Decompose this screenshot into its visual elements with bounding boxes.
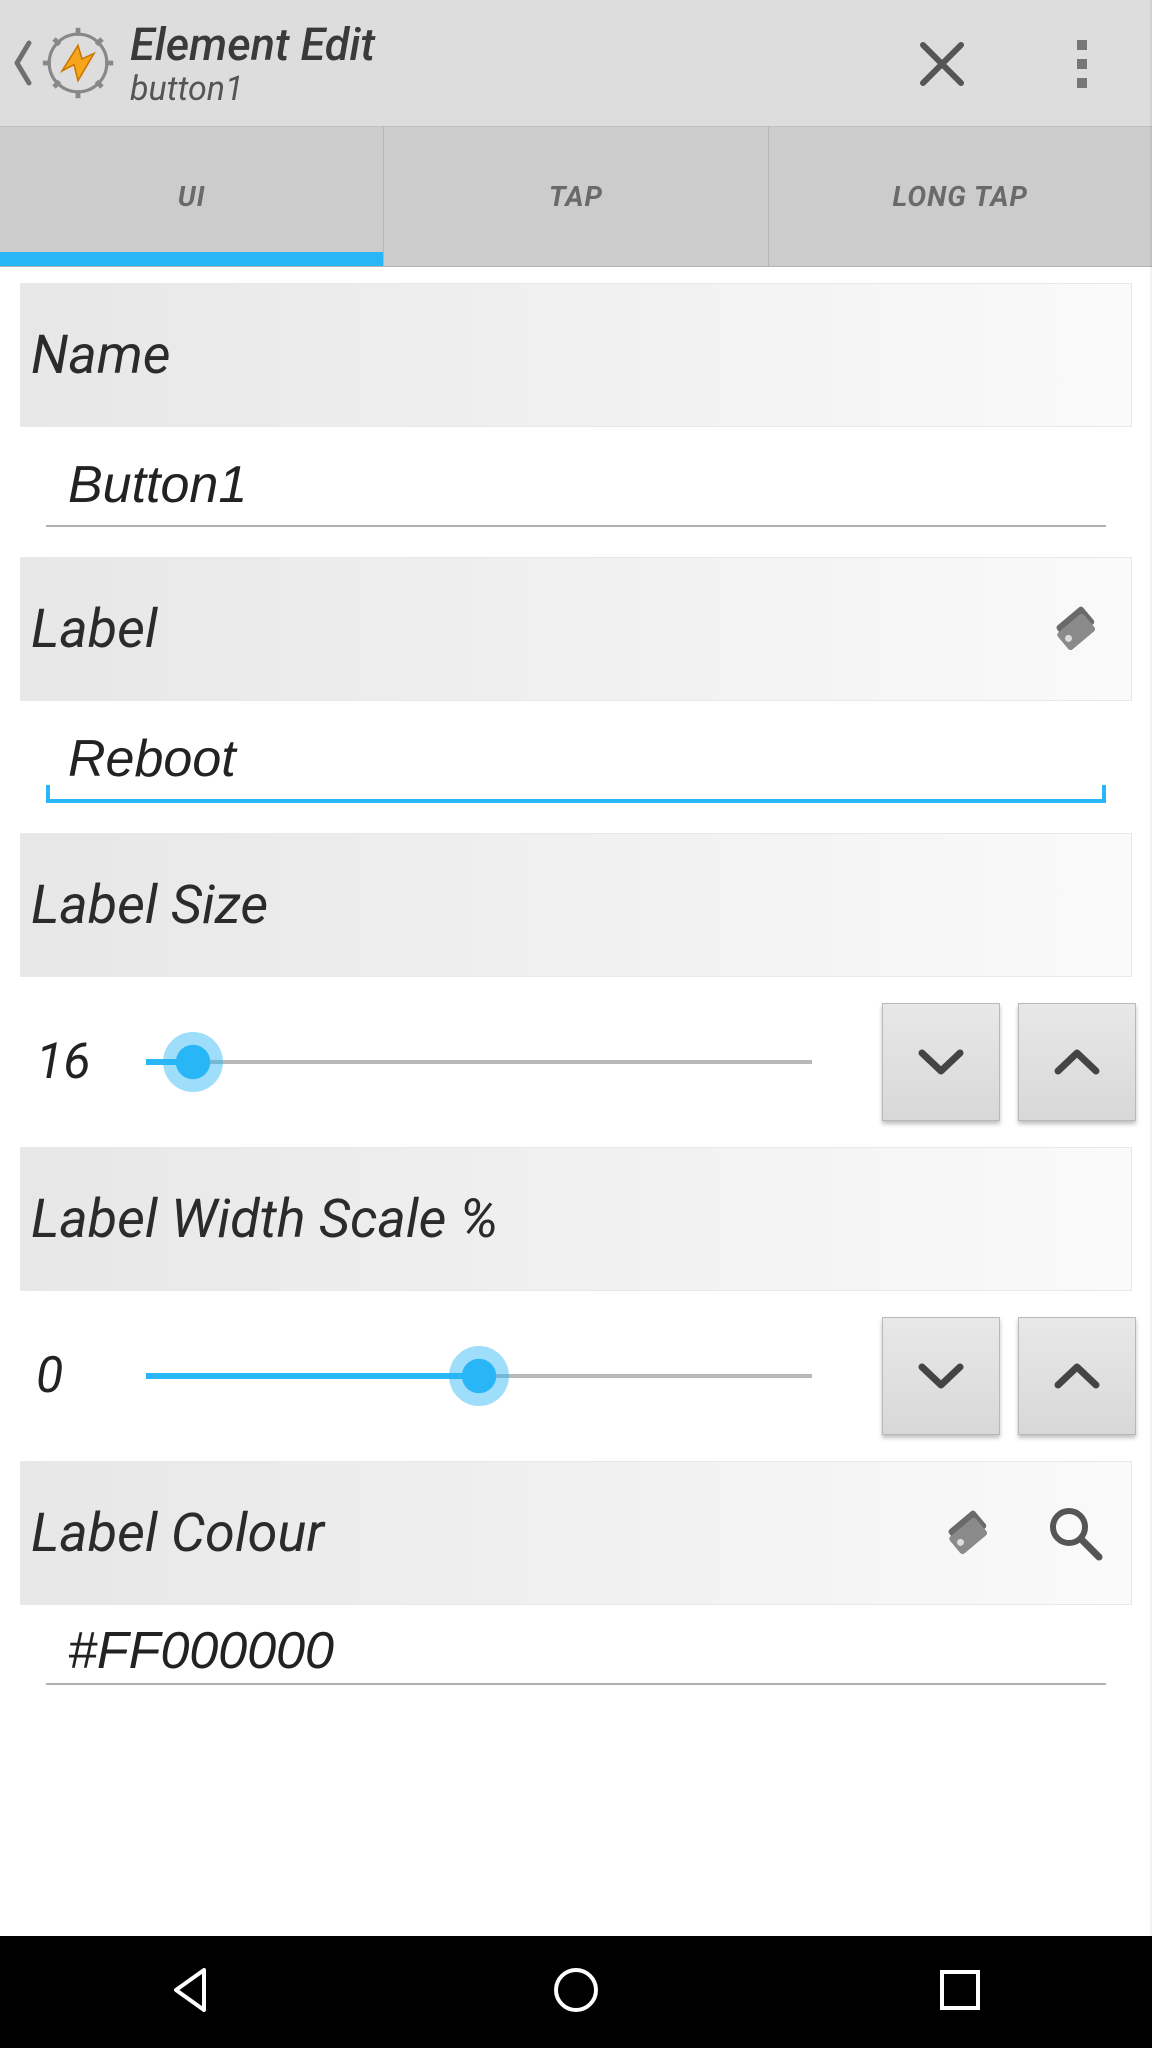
tab-tap[interactable]: TAP <box>384 127 768 266</box>
system-back-icon[interactable] <box>162 1960 222 2024</box>
back-navigation-icon[interactable] <box>8 23 38 103</box>
section-title: Label Size <box>21 874 268 937</box>
label-width-value: 0 <box>36 1347 146 1405</box>
label-width-control: 0 <box>0 1291 1152 1461</box>
system-home-icon[interactable] <box>546 1960 606 2024</box>
section-header-name: Name <box>20 283 1132 427</box>
tab-label: TAP <box>549 180 603 213</box>
label-size-slider[interactable] <box>146 1022 812 1102</box>
section-title: Label Width Scale % <box>21 1188 498 1251</box>
label-width-slider[interactable] <box>146 1336 812 1416</box>
tab-long-tap[interactable]: LONG TAP <box>769 127 1152 266</box>
app-bar: Element Edit button1 <box>0 0 1152 127</box>
search-icon[interactable] <box>1025 1483 1125 1583</box>
screen-title: Element Edit <box>130 18 375 71</box>
tag-icon[interactable] <box>1025 579 1125 679</box>
tag-icon[interactable] <box>917 1483 1017 1583</box>
label-size-decrement[interactable] <box>882 1003 1000 1121</box>
close-icon[interactable] <box>872 0 1012 127</box>
label-size-value: 16 <box>36 1033 146 1091</box>
content-scroll[interactable]: Name Label Label Size <box>0 268 1152 1936</box>
tab-label: UI <box>178 180 206 213</box>
section-header-label-size: Label Size <box>20 833 1132 977</box>
section-title: Name <box>21 324 171 387</box>
label-width-increment[interactable] <box>1018 1317 1136 1435</box>
section-title: Label <box>21 598 158 661</box>
appbar-titles: Element Edit button1 <box>130 18 375 109</box>
tab-label: LONG TAP <box>893 180 1029 213</box>
tab-ui[interactable]: UI <box>0 127 384 266</box>
appbar-actions <box>872 0 1152 127</box>
section-title: Label Colour <box>21 1502 324 1565</box>
label-size-control: 16 <box>0 977 1152 1147</box>
screen-subtitle: button1 <box>130 69 375 109</box>
section-header-label: Label <box>20 557 1132 701</box>
section-header-label-colour: Label Colour <box>20 1461 1132 1605</box>
label-field-row <box>46 713 1106 803</box>
name-input[interactable] <box>46 439 1106 527</box>
name-field-row <box>46 439 1106 527</box>
system-nav-bar <box>0 1936 1152 2048</box>
label-width-decrement[interactable] <box>882 1317 1000 1435</box>
label-input[interactable] <box>46 713 1106 803</box>
label-size-increment[interactable] <box>1018 1003 1136 1121</box>
section-header-label-width: Label Width Scale % <box>20 1147 1132 1291</box>
tabs-bar: UI TAP LONG TAP <box>0 127 1152 267</box>
label-colour-field-row <box>46 1613 1106 1685</box>
overflow-menu-icon[interactable] <box>1012 0 1152 127</box>
app-icon <box>38 23 118 103</box>
label-colour-input[interactable] <box>46 1613 1106 1685</box>
system-recents-icon[interactable] <box>930 1960 990 2024</box>
